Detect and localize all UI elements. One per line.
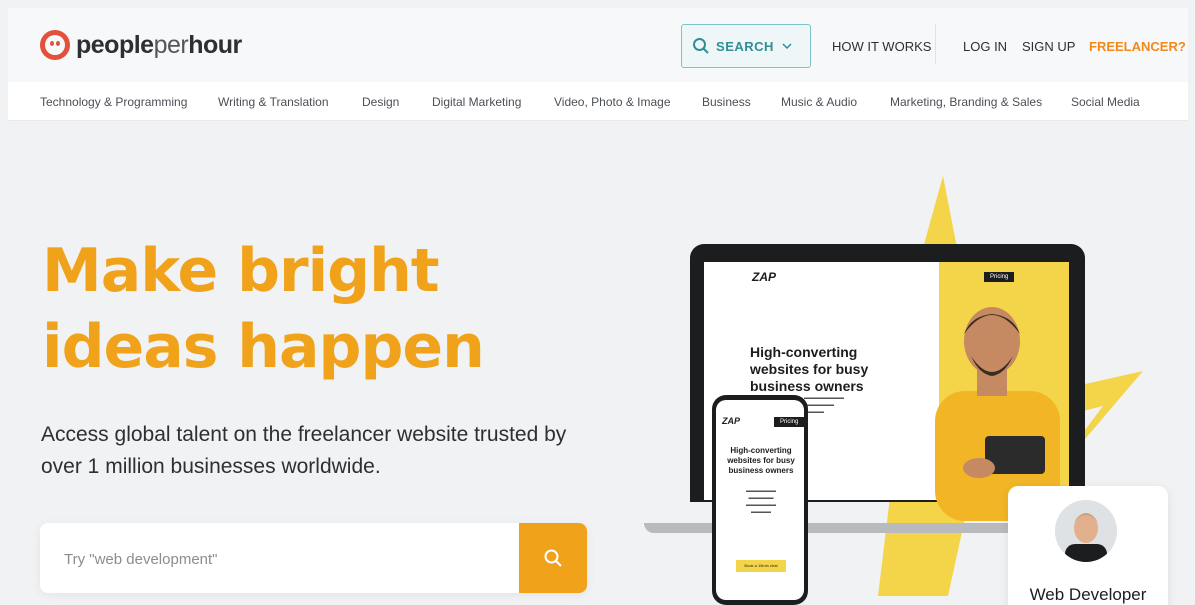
freelancer-photo [1055,500,1117,562]
smiley-logo-icon [40,30,70,60]
phone-headline: High-converting websites for busy busine… [727,446,795,475]
peopleperhour-logo[interactable]: peopleperhour [40,30,242,60]
laptop-headline: High-converting websites for busy busine… [750,344,869,394]
phone-zap-logo: ZAP [722,416,740,426]
category-video-photo-image[interactable]: Video, Photo & Image [554,95,671,109]
avatar [1055,500,1117,562]
zap-logo: ZAP [752,270,776,284]
category-digital-marketing[interactable]: Digital Marketing [432,95,521,109]
category-marketing-branding-sales[interactable]: Marketing, Branding & Sales [890,95,1042,109]
login-link[interactable]: LOG IN [963,39,1007,54]
hero-headline: Make bright ideas happen [42,236,485,382]
logo-wordmark: peopleperhour [76,30,242,59]
category-social-media[interactable]: Social Media [1071,95,1140,109]
category-nav: Technology & Programming Writing & Trans… [8,82,1188,121]
category-music-audio[interactable]: Music & Audio [781,95,857,109]
search-label: SEARCH [716,38,774,54]
freelancer-link[interactable]: FREELANCER? [1089,39,1186,54]
chevron-down-icon [782,43,792,50]
signup-link[interactable]: SIGN UP [1022,39,1075,54]
pricing-button: Pricing [984,272,1015,282]
category-business[interactable]: Business [702,95,751,109]
freelancer-role: Web Developer [1029,585,1147,604]
phone-pricing-button: Pricing [774,417,804,427]
search-icon [693,38,709,54]
freelancer-card[interactable]: Web Developer [1008,486,1168,605]
category-design[interactable]: Design [362,95,399,109]
hero-search-button[interactable] [519,523,587,593]
top-navbar: peopleperhour SEARCH HOW IT WORKS LOG IN… [8,8,1188,83]
phone-mockup: ZAP Pricing High-converting websites for… [712,395,808,605]
search-dropdown-button[interactable]: SEARCH [681,24,811,68]
phone-screen: ZAP Pricing High-converting websites for… [716,400,804,600]
hero-subtext: Access global talent on the freelancer w… [41,423,567,478]
category-writing-translation[interactable]: Writing & Translation [218,95,329,109]
hero-search-input[interactable] [62,523,516,593]
how-it-works-link[interactable]: HOW IT WORKS [832,39,931,54]
category-technology-programming[interactable]: Technology & Programming [40,95,187,109]
nav-divider [935,24,936,64]
search-icon [544,549,562,567]
phone-body-text: ▬▬▬▬▬▬ ▬▬▬▬▬ ▬▬▬▬▬▬ ▬▬▬▬ [746,488,776,515]
hero-section: Make bright ideas happen Access global t… [8,121,1188,605]
hero-search-box [40,523,587,593]
laptop-body-text: ▬▬▬▬▬▬▬▬ ▬▬▬▬▬▬ ▬▬▬▬ [804,395,844,415]
phone-cta-button: Book a 15min chat [736,560,786,572]
